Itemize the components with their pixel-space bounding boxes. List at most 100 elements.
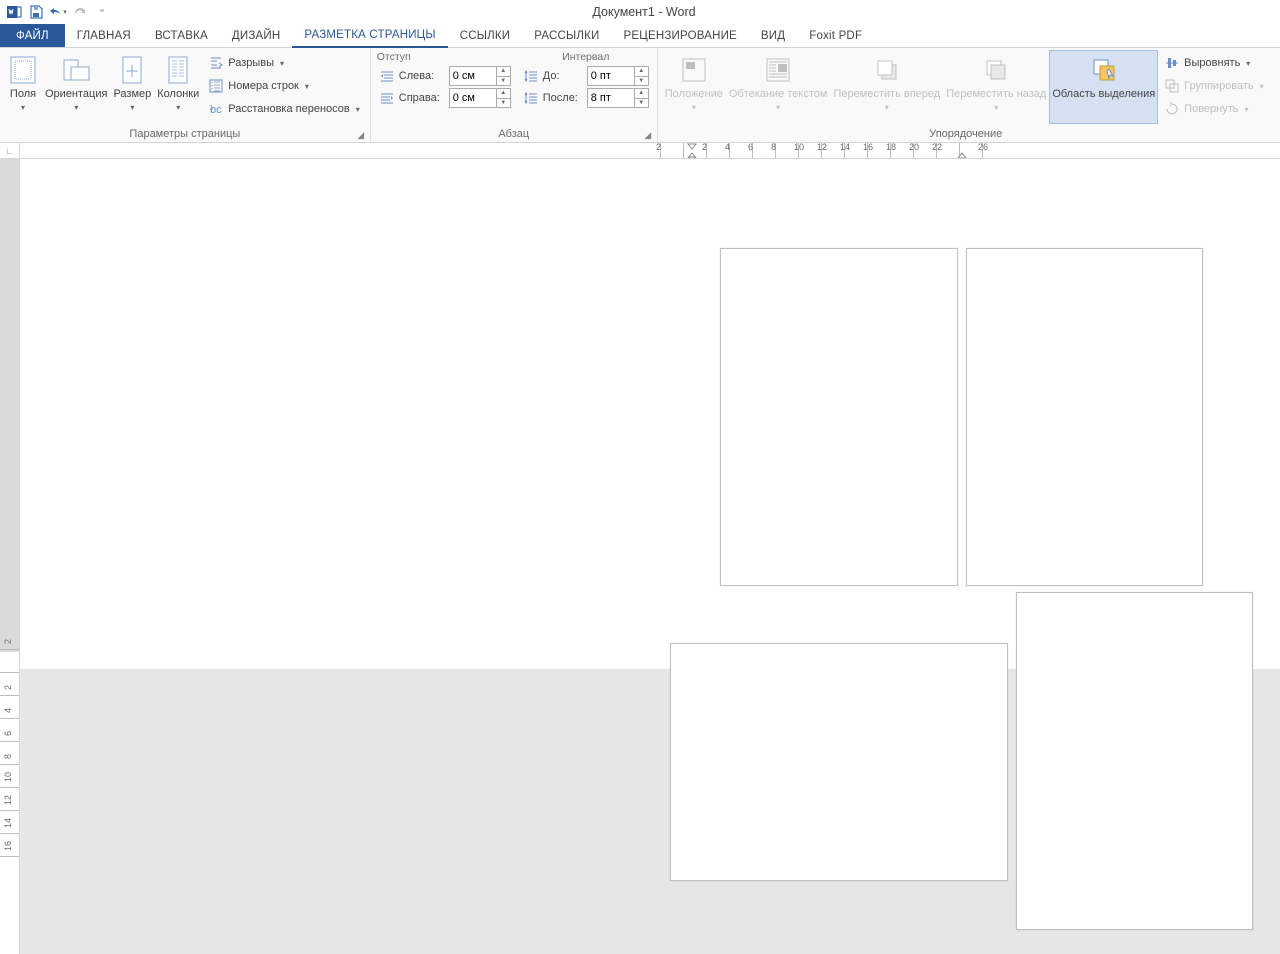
selection-pane-icon: [1088, 54, 1120, 86]
group-arrange: Положение ▾ Обтекание текстом ▾ Перемест…: [658, 48, 1274, 142]
group-page-setup: Поля ▾ Ориентация ▾ Размер ▾: [0, 48, 371, 142]
page-setup-launcher-icon[interactable]: ◢: [354, 128, 368, 142]
chevron-down-icon: ▾: [280, 59, 284, 68]
group-page-setup-title: Параметры страницы: [129, 128, 240, 140]
horizontal-ruler[interactable]: 224681012141618202226: [20, 143, 1280, 159]
indent-heading: Отступ: [377, 50, 513, 65]
chevron-down-icon: ▾: [692, 103, 696, 112]
chevron-down-icon: ▾: [130, 103, 134, 112]
tab-insert[interactable]: ВСТАВКА: [143, 24, 220, 47]
group-icon: [1164, 78, 1180, 94]
position-button: Положение ▾: [662, 50, 726, 124]
group-shapes-button: Группировать ▾: [1160, 75, 1268, 97]
redo-icon[interactable]: [70, 2, 90, 22]
orientation-icon: [60, 54, 92, 86]
spacing-before-spinner[interactable]: ▲▼: [587, 66, 649, 86]
tab-design[interactable]: ДИЗАЙН: [220, 24, 292, 47]
shape-rect[interactable]: [1016, 592, 1253, 930]
step-up-icon[interactable]: ▲: [635, 67, 648, 77]
tab-mailings[interactable]: РАССЫЛКИ: [522, 24, 611, 47]
selection-pane-button[interactable]: Область выделения: [1049, 50, 1158, 124]
step-down-icon[interactable]: ▼: [497, 99, 510, 108]
tab-home[interactable]: ГЛАВНАЯ: [65, 24, 143, 47]
shape-rect[interactable]: [670, 643, 1008, 881]
chevron-down-icon: ▾: [885, 103, 889, 112]
rotate-icon: [1164, 101, 1180, 117]
margins-label: Поля: [10, 88, 36, 101]
spacing-before-icon: [523, 68, 539, 84]
tab-review[interactable]: РЕЦЕНЗИРОВАНИЕ: [612, 24, 749, 47]
indent-right-label: Справа:: [399, 92, 445, 104]
tab-foxit[interactable]: Foxit PDF: [797, 24, 874, 47]
spacing-after-spinner[interactable]: ▲▼: [587, 88, 649, 108]
tab-view[interactable]: ВИД: [749, 24, 797, 47]
chevron-down-icon: ▾: [176, 103, 180, 112]
spacing-before-input[interactable]: [588, 67, 634, 85]
ruler-indent-marker-icon[interactable]: [687, 143, 695, 159]
wrap-icon: [762, 54, 794, 86]
step-up-icon[interactable]: ▲: [635, 89, 648, 99]
group-shapes-label: Группировать: [1184, 80, 1254, 92]
align-button[interactable]: Выровнять ▾: [1160, 52, 1268, 74]
undo-icon[interactable]: ▾: [48, 2, 68, 22]
forward-label: Переместить вперед: [833, 88, 940, 101]
position-label: Положение: [665, 88, 723, 101]
wrap-button: Обтекание текстом ▾: [726, 50, 831, 124]
ruler-corner[interactable]: ∟: [0, 143, 20, 159]
chevron-down-icon: ▾: [1246, 59, 1250, 68]
save-icon[interactable]: [26, 2, 46, 22]
line-numbers-label: Номера строк: [228, 80, 299, 92]
columns-button[interactable]: Колонки ▾: [154, 50, 202, 124]
tab-references[interactable]: ССЫЛКИ: [448, 24, 523, 47]
group-arrange-title: Упорядочение: [929, 128, 1002, 140]
chevron-down-icon: ▾: [21, 103, 25, 112]
qat-customize-icon[interactable]: ⁼: [92, 2, 112, 22]
ruler-right-marker-icon[interactable]: [957, 143, 965, 159]
align-icon: [1164, 55, 1180, 71]
size-button[interactable]: Размер ▾: [110, 50, 154, 124]
svg-text:bc: bc: [210, 104, 222, 116]
indent-right-spinner[interactable]: ▲▼: [449, 88, 511, 108]
margins-button[interactable]: Поля ▾: [4, 50, 42, 124]
chevron-down-icon: ▾: [994, 103, 998, 112]
align-label: Выровнять: [1184, 57, 1240, 69]
columns-label: Колонки: [157, 88, 199, 101]
step-up-icon[interactable]: ▲: [497, 67, 510, 77]
rotate-label: Повернуть: [1184, 103, 1238, 115]
chevron-down-icon: ▾: [776, 103, 780, 112]
forward-button: Переместить вперед ▾: [830, 50, 943, 124]
size-icon: [116, 54, 148, 86]
hyphenation-icon: bc: [208, 101, 224, 117]
step-down-icon[interactable]: ▼: [635, 99, 648, 108]
position-icon: [678, 54, 710, 86]
indent-left-spinner[interactable]: ▲▼: [449, 66, 511, 86]
ribbon-tabs: ФАЙЛ ГЛАВНАЯ ВСТАВКА ДИЗАЙН РАЗМЕТКА СТР…: [0, 24, 1280, 48]
shape-rect[interactable]: [720, 248, 958, 586]
step-down-icon[interactable]: ▼: [635, 77, 648, 86]
indent-left-input[interactable]: [450, 67, 496, 85]
window-title: Документ1 - Word: [112, 5, 1276, 19]
step-down-icon[interactable]: ▼: [497, 77, 510, 86]
paragraph-launcher-icon[interactable]: ◢: [641, 128, 655, 142]
orientation-button[interactable]: Ориентация ▾: [42, 50, 110, 124]
spacing-after-label: После:: [543, 92, 583, 104]
tab-layout[interactable]: РАЗМЕТКА СТРАНИЦЫ: [292, 24, 447, 48]
breaks-icon: [208, 55, 224, 71]
vertical-ruler[interactable]: 2246810121416: [0, 159, 20, 954]
word-app-icon[interactable]: [4, 2, 24, 22]
chevron-down-icon: ▾: [74, 103, 78, 112]
tab-file[interactable]: ФАЙЛ: [0, 24, 65, 47]
send-backward-icon: [980, 54, 1012, 86]
line-numbers-button[interactable]: Номера строк ▾: [204, 75, 364, 97]
breaks-button[interactable]: Разрывы ▾: [204, 52, 364, 74]
document-canvas[interactable]: [20, 159, 1280, 954]
chevron-down-icon: ▾: [305, 82, 309, 91]
step-up-icon[interactable]: ▲: [497, 89, 510, 99]
shape-rect[interactable]: [966, 248, 1203, 586]
orientation-label: Ориентация: [45, 88, 107, 101]
selection-pane-label: Область выделения: [1052, 88, 1155, 101]
indent-right-input[interactable]: [450, 89, 496, 107]
spacing-after-input[interactable]: [588, 89, 634, 107]
hyphenation-button[interactable]: bc Расстановка переносов ▾: [204, 98, 364, 120]
backward-label: Переместить назад: [946, 88, 1046, 101]
